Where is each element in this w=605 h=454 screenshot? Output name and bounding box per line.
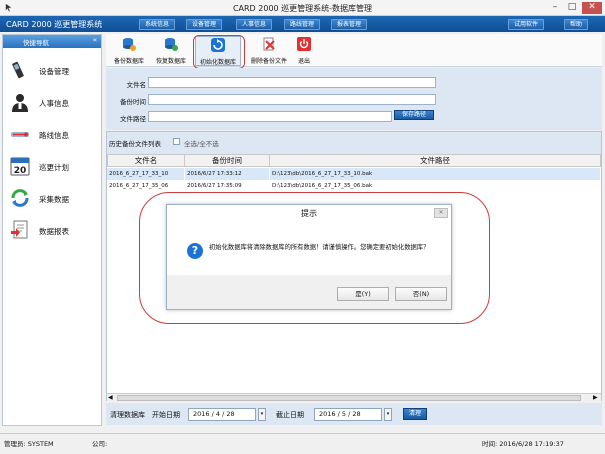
clean-button[interactable]: 清理 — [403, 408, 427, 420]
cell-name: 2016_6_27_17_35_06 — [109, 183, 169, 189]
status-company: 公司: — [92, 440, 108, 448]
scroll-left-icon[interactable]: ◀ — [108, 394, 113, 401]
window-title: CARD 2000 巡更管理系统-数据库管理 — [232, 4, 373, 13]
table-row[interactable]: 2016_6_27_17_35_06 2016/6/27 17:35:09 D:… — [107, 180, 601, 192]
svg-text:20: 20 — [14, 166, 27, 176]
save-path-button[interactable]: 保存路径 — [394, 110, 434, 120]
select-all-label: 全选/全不选 — [184, 140, 219, 148]
toolbar: 备份数据库 恢复数据库 初始化数据库 删除备份文件 退出 — [106, 34, 602, 67]
report-icon — [11, 220, 28, 239]
toolbar-label: 删除备份文件 — [250, 58, 287, 65]
end-date-picker[interactable]: 2016 / 5 / 28 — [314, 408, 382, 421]
table-row[interactable]: 2016_6_27_17_33_10 2016/6/27 17:33:12 D:… — [107, 168, 601, 180]
status-operator: 管理员: SYSTEM — [4, 440, 54, 448]
menu-personnel[interactable]: 人事信息 — [236, 19, 273, 30]
collapse-icon[interactable]: « — [93, 36, 97, 44]
minimize-button[interactable]: – — [547, 2, 563, 14]
sync-icon — [11, 189, 29, 207]
person-icon — [12, 94, 28, 112]
menu-help[interactable]: 帮助 — [564, 19, 589, 30]
file-path-label: 文件路径 — [120, 115, 146, 123]
backup-time-label: 备份时间 — [120, 98, 146, 106]
backup-db-button[interactable]: 备份数据库 — [110, 36, 148, 66]
chevron-down-icon[interactable]: ▾ — [258, 408, 266, 421]
maximize-button[interactable]: □ — [564, 2, 580, 14]
sidebar-header: 快捷导航 « — [3, 35, 101, 48]
history-caption: 历史备份文件列表 — [109, 140, 161, 148]
toolbar-label: 恢复数据库 — [155, 58, 186, 65]
cell-path: D:\123\db\2016_6_27_17_35_06.bak — [272, 183, 373, 189]
scrollbar-thumb[interactable] — [117, 395, 581, 401]
sidebar-item-device[interactable]: 设备管理 — [3, 55, 101, 87]
select-all-checkbox[interactable] — [173, 138, 180, 145]
status-bar: 管理员: SYSTEM 公司: 时间: 2016/6/28 17:19:37 — [0, 433, 605, 454]
sidebar-item-label: 巡更计划 — [39, 163, 69, 172]
power-icon — [297, 37, 311, 51]
clean-db-label: 清理数据库 — [110, 411, 145, 419]
cell-name: 2016_6_27_17_33_10 — [107, 168, 184, 180]
clean-filter-bar: 清理数据库 开始日期 2016 / 4 / 28 ▾ 截止日期 2016 / 5… — [106, 403, 602, 425]
calendar-icon: 20 — [10, 157, 30, 176]
end-date-label: 截止日期 — [276, 411, 304, 419]
sidebar-item-collect[interactable]: 采集数据 — [3, 183, 101, 215]
menu-system-info[interactable]: 系统信息 — [139, 19, 176, 30]
highlight-box — [193, 35, 245, 69]
menu-trial[interactable]: 试用软件 — [508, 19, 545, 30]
highlight-oval — [139, 192, 490, 324]
sidebar-item-route[interactable]: 路线信息 — [3, 119, 101, 151]
horizontal-scrollbar[interactable]: ◀ ▶ — [107, 393, 601, 401]
scroll-right-icon[interactable]: ▶ — [593, 394, 598, 401]
history-caption-bar: 历史备份文件列表 全选/全不选 — [107, 132, 601, 154]
db-backup-icon — [123, 38, 136, 51]
file-name-input[interactable] — [148, 77, 436, 88]
start-date-picker[interactable]: 2016 / 4 / 28 — [188, 408, 256, 421]
close-button[interactable]: ✕ — [582, 2, 602, 14]
start-date-label: 开始日期 — [152, 411, 180, 419]
file-path-input[interactable] — [148, 111, 392, 122]
sidebar-item-label: 人事信息 — [39, 99, 69, 108]
app-name: CARD 2000 巡更管理系统 — [6, 20, 103, 29]
status-time: 时间: 2016/6/28 17:19:37 — [482, 440, 564, 448]
cell-path: D:\123\db\2016_6_27_17_33_10.bak — [270, 168, 600, 180]
sidebar-item-personnel[interactable]: 人事信息 — [3, 87, 101, 119]
title-bar: CARD 2000 巡更管理系统-数据库管理 – □ ✕ — [0, 0, 605, 16]
phone-icon — [12, 61, 24, 79]
sidebar-item-schedule[interactable]: 20 巡更计划 — [3, 151, 101, 183]
sidebar-header-label: 快捷导航 — [23, 39, 49, 47]
sidebar-item-label: 数据报表 — [39, 227, 69, 236]
restore-db-button[interactable]: 恢复数据库 — [152, 36, 190, 66]
chevron-down-icon[interactable]: ▾ — [384, 408, 392, 421]
column-header-path[interactable]: 文件路径 — [269, 154, 601, 167]
sidebar-item-report[interactable]: 数据报表 — [3, 215, 101, 247]
sidebar: 快捷导航 « 设备管理 人事信息 路线信息 20 巡更计划 采集数据 数据报表 — [2, 34, 102, 426]
cell-time: 2016/6/27 17:33:12 — [185, 168, 269, 180]
delete-file-icon — [263, 37, 275, 51]
menu-bar: CARD 2000 巡更管理系统 系统信息 设备管理 人事信息 路线管理 报表管… — [0, 16, 605, 32]
db-restore-icon — [165, 38, 178, 51]
sidebar-item-label: 路线信息 — [39, 131, 69, 140]
menu-device[interactable]: 设备管理 — [186, 19, 223, 30]
exit-button[interactable]: 退出 — [292, 36, 316, 66]
backup-form: 文件名 备份时间 文件路径 保存路径 — [106, 68, 602, 130]
menu-report[interactable]: 报表管理 — [331, 19, 368, 30]
sidebar-item-label: 设备管理 — [39, 67, 69, 76]
file-name-label: 文件名 — [126, 81, 147, 89]
toolbar-label: 退出 — [297, 58, 310, 65]
column-header-name[interactable]: 文件名 — [107, 154, 185, 167]
cell-time: 2016/6/27 17:35:09 — [187, 183, 242, 189]
delete-backup-button[interactable]: 删除备份文件 — [246, 36, 292, 66]
column-header-time[interactable]: 备份时间 — [184, 154, 270, 167]
route-icon — [11, 132, 29, 137]
sidebar-item-label: 采集数据 — [39, 195, 69, 204]
menu-route[interactable]: 路线管理 — [284, 19, 321, 30]
toolbar-label: 备份数据库 — [113, 58, 144, 65]
backup-time-input[interactable] — [148, 94, 436, 105]
